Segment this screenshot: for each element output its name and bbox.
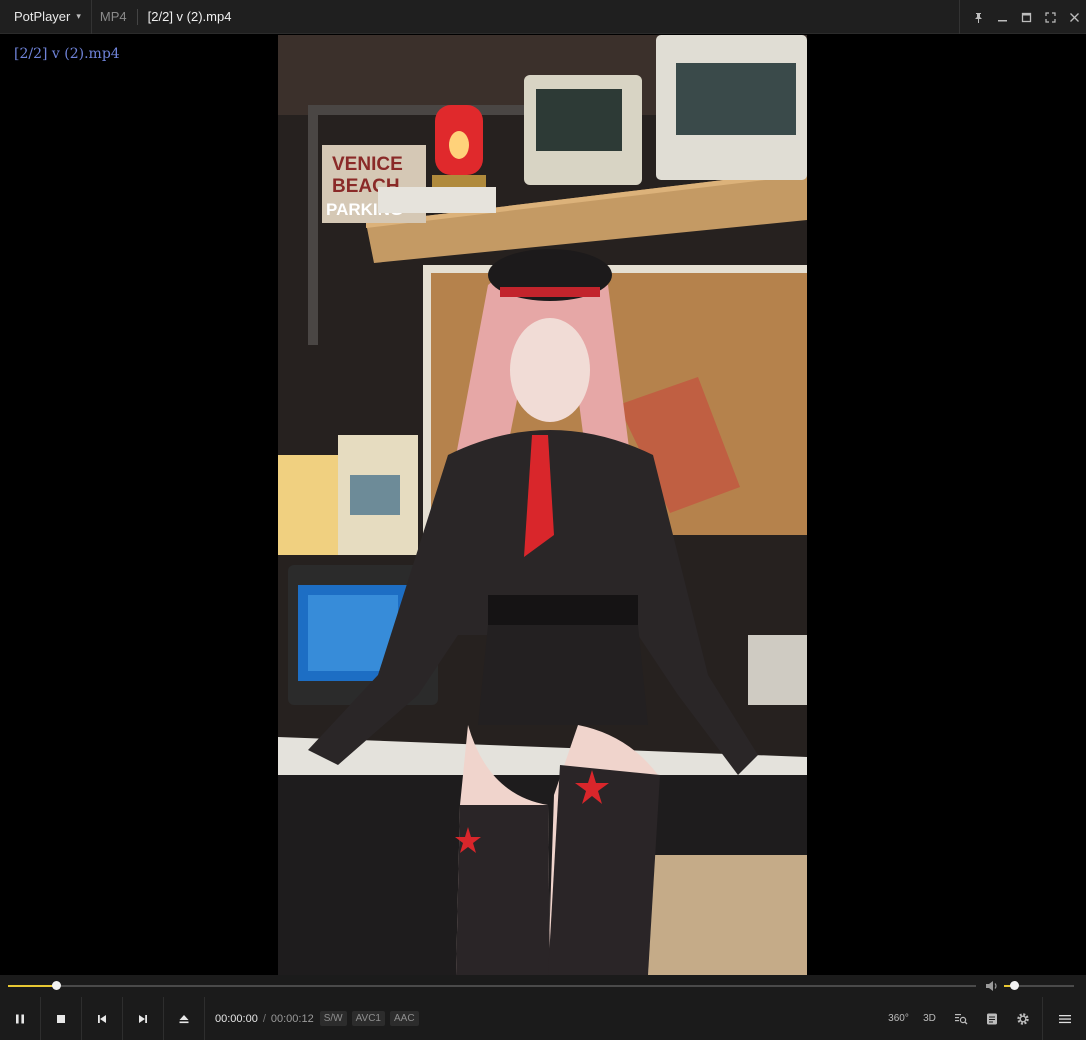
stereo-3d-button[interactable]: 3D — [914, 997, 945, 1040]
app-name: PotPlayer — [14, 9, 71, 24]
title-separator — [136, 8, 138, 25]
title-bar: PotPlayer ▾ MP4 [2/2] v (2).mp4 — [0, 0, 1086, 34]
volume-icon[interactable] — [985, 980, 999, 992]
pin-icon — [974, 12, 982, 23]
current-time: 00:00:00 — [215, 1012, 258, 1025]
stop-button[interactable] — [41, 997, 82, 1040]
osd-filename: [2/2] v (2).mp4 — [14, 46, 120, 62]
seek-bar-handle[interactable] — [52, 981, 62, 990]
video-frame-picture: VENICE BEACH PARKING — [278, 35, 807, 975]
svg-text:VENICE: VENICE — [332, 154, 403, 175]
main-menu-button[interactable] — [1042, 997, 1086, 1040]
fullscreen-button[interactable] — [1038, 0, 1062, 34]
playlist-search-button[interactable] — [945, 997, 976, 1040]
eject-button[interactable] — [164, 997, 205, 1040]
maximize-icon — [1021, 12, 1031, 22]
audio-codec-badge[interactable]: AAC — [390, 1011, 419, 1026]
pause-icon — [16, 1014, 24, 1023]
chevron-down-icon: ▾ — [76, 11, 81, 21]
close-icon — [1069, 12, 1079, 22]
next-icon — [139, 1014, 147, 1023]
previous-button[interactable] — [82, 997, 123, 1040]
total-duration: 00:00:12 — [270, 1012, 314, 1025]
settings-button[interactable] — [1007, 997, 1038, 1040]
volume-slider[interactable] — [1004, 981, 1074, 990]
eject-icon — [179, 1014, 189, 1023]
fullscreen-icon — [1044, 11, 1056, 23]
chapter-icon — [986, 1013, 997, 1024]
seek-bar-progress — [8, 985, 57, 987]
time-separator: / — [262, 1012, 266, 1025]
video-codec-badge[interactable]: AVC1 — [351, 1011, 385, 1026]
close-button[interactable] — [1062, 0, 1086, 34]
stop-icon — [57, 1014, 65, 1023]
vr-360-button[interactable]: 360° — [883, 997, 914, 1040]
maximize-button[interactable] — [1014, 0, 1038, 34]
previous-icon — [98, 1014, 106, 1023]
seek-bar-area — [0, 975, 1086, 997]
app-menu-button[interactable]: PotPlayer ▾ — [0, 0, 92, 34]
pause-button[interactable] — [0, 997, 41, 1040]
control-bar: 00:00:00 / 00:00:12 S/W AVC1 AAC 360° 3D — [0, 997, 1086, 1040]
hamburger-icon — [1058, 1014, 1071, 1023]
pin-button[interactable] — [966, 0, 990, 34]
minimize-icon — [997, 19, 1007, 21]
vr-360-label: 360° — [888, 1013, 909, 1024]
decoder-badge[interactable]: S/W — [319, 1011, 347, 1026]
next-button[interactable] — [123, 997, 164, 1040]
stereo-3d-label: 3D — [923, 1013, 936, 1024]
seek-bar[interactable] — [8, 981, 976, 990]
chapter-button[interactable] — [976, 997, 1007, 1040]
video-frame[interactable]: VENICE BEACH PARKING — [278, 35, 807, 975]
video-stage[interactable]: [2/2] v (2).mp4 VENICE BEACH PARKING — [0, 35, 1086, 975]
volume-slider-handle[interactable] — [1009, 981, 1019, 990]
minimize-button[interactable] — [990, 0, 1014, 34]
window-title: [2/2] v (2).mp4 — [147, 9, 232, 24]
window-controls — [959, 0, 1086, 34]
gear-icon — [1016, 1012, 1029, 1025]
file-format-label: MP4 — [99, 9, 127, 24]
playlist-search-icon — [954, 1013, 967, 1024]
right-controls: 360° 3D — [883, 997, 1086, 1040]
